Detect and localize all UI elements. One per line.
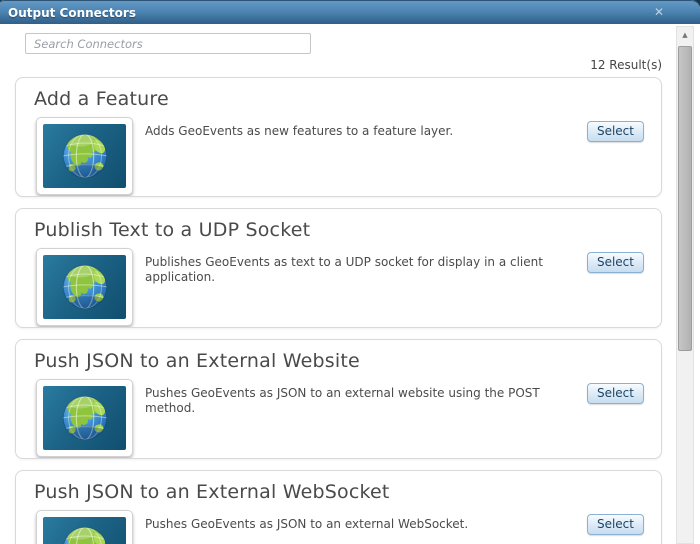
- globe-icon: [62, 133, 107, 179]
- thumbnail-background: [43, 124, 126, 188]
- connector-list: Add a Feature Adds GeoEvents as new feat…: [15, 77, 662, 544]
- connector-thumbnail: [36, 248, 133, 326]
- globe-icon: [62, 526, 107, 544]
- dialog-title: Output Connectors: [8, 5, 136, 20]
- connector-description: Pushes GeoEvents as JSON to an external …: [145, 517, 469, 531]
- dialog-content: 12 Result(s) Add a Feature: [0, 25, 700, 544]
- close-icon: ✕: [653, 5, 665, 19]
- thumbnail-background: [43, 386, 126, 450]
- select-button[interactable]: Select: [586, 121, 644, 142]
- connector-card: Push JSON to an External WebSocket Pushe…: [15, 470, 662, 544]
- scrollbar-thumb[interactable]: [678, 46, 692, 351]
- select-button[interactable]: Select: [586, 514, 644, 535]
- connector-card: Add a Feature Adds GeoEvents as new feat…: [15, 77, 662, 197]
- scrollbar-up-button[interactable]: ▲: [677, 27, 693, 43]
- page-backdrop: { "dialog": { "title": "Output Connector…: [0, 0, 700, 544]
- connector-title: Push JSON to an External WebSocket: [34, 481, 390, 503]
- connector-title: Push JSON to an External Website: [34, 350, 360, 372]
- connector-description: Pushes GeoEvents as JSON to an external …: [145, 386, 540, 415]
- connector-title: Add a Feature: [34, 88, 169, 110]
- connector-description: Adds GeoEvents as new features to a feat…: [145, 124, 454, 138]
- dialog-titlebar[interactable]: Output Connectors ✕: [0, 0, 700, 24]
- select-button[interactable]: Select: [586, 383, 644, 404]
- connector-thumbnail: [36, 379, 133, 457]
- scrollbar[interactable]: ▲: [676, 26, 694, 544]
- close-button[interactable]: ✕: [652, 5, 666, 19]
- output-connectors-dialog: Output Connectors ✕ 12 Result(s) Add a F…: [0, 0, 700, 544]
- connector-title: Publish Text to a UDP Socket: [34, 219, 311, 241]
- search-input[interactable]: [25, 33, 311, 54]
- globe-icon: [62, 264, 107, 310]
- connector-thumbnail: [36, 117, 133, 195]
- thumbnail-background: [43, 255, 126, 319]
- thumbnail-background: [43, 517, 126, 544]
- select-button[interactable]: Select: [586, 252, 644, 273]
- connector-card: Push JSON to an External Website Pushes …: [15, 339, 662, 459]
- connector-description: Publishes GeoEvents as text to a UDP soc…: [145, 255, 543, 284]
- scroll-up-icon: ▲: [682, 31, 688, 39]
- results-count: 12 Result(s): [590, 58, 662, 72]
- connector-card: Publish Text to a UDP Socket Publishes G…: [15, 208, 662, 328]
- connector-thumbnail: [36, 510, 133, 544]
- globe-icon: [62, 395, 107, 441]
